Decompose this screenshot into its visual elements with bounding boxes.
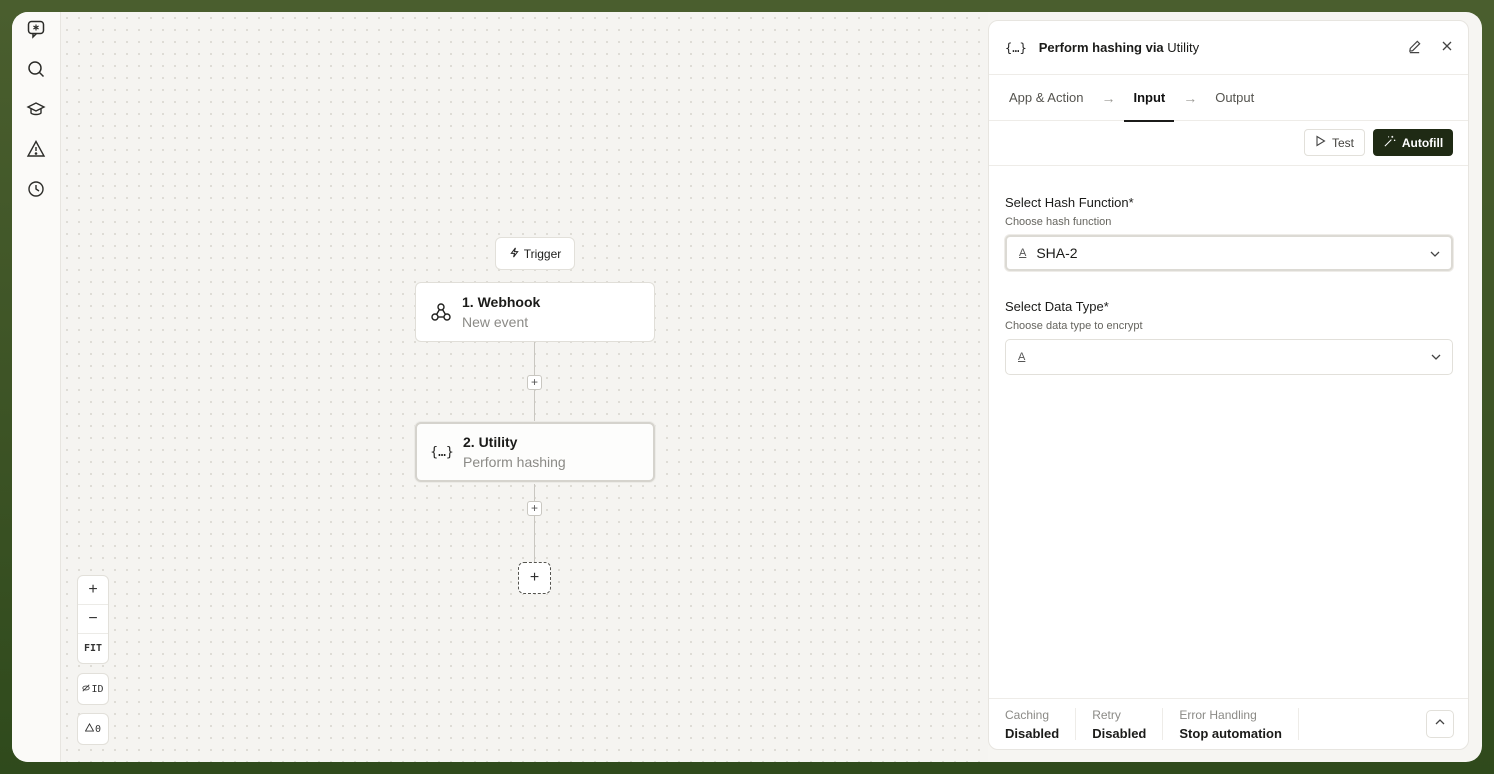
autofill-button[interactable]: Autofill [1373,129,1453,156]
setting-value: Stop automation [1179,726,1282,741]
workflow-node-webhook[interactable]: 1. Webhook New event [415,282,655,342]
select-value: SHA-2 [1036,245,1078,261]
workflow-node-utility[interactable]: {…} 2. Utility Perform hashing [415,422,655,482]
webhook-icon [428,299,454,325]
step-config-panel: {…} Perform hashing via Utility App & Ac… [988,20,1469,750]
tab-output[interactable]: Output [1215,75,1254,121]
trigger-label: Trigger [523,246,562,261]
caching-setting[interactable]: Caching Disabled [1005,708,1077,741]
node-subtitle: New event [462,314,529,330]
fit-view-button[interactable]: FIT [78,634,108,663]
text-type-icon: A [1018,351,1026,363]
history-icon[interactable] [24,177,48,201]
warning-icon [84,722,95,735]
data-type-select[interactable]: A [1005,339,1453,375]
panel-header: {…} Perform hashing via Utility [989,21,1468,75]
node-subtitle: Perform hashing [463,454,566,470]
bolt-icon [509,247,520,261]
braces-icon: {…} [430,444,454,460]
text-type-icon: A [1019,247,1027,259]
field-hint: Choose hash function [1005,216,1112,228]
trigger-chip[interactable]: Trigger [495,237,575,270]
edit-icon[interactable] [1407,39,1422,59]
autofill-label: Autofill [1401,135,1444,150]
arrow-right-icon: → [1101,89,1116,106]
field-hint: Choose data type to encrypt [1005,320,1143,332]
hash-function-field: Select Hash Function* Choose hash functi… [1005,195,1453,271]
hash-function-select[interactable]: A SHA-2 [1005,235,1453,271]
node-title: 2. Utility [463,434,518,450]
warnings-count: 0 [94,723,102,735]
chevron-up-icon [1434,715,1446,733]
workflow-canvas[interactable]: Trigger 1. Webhook New event + {…} 2. Ut… [61,12,988,762]
error-handling-setting[interactable]: Error Handling Stop automation [1179,708,1299,741]
warnings-count-button[interactable]: 0 [77,713,109,745]
panel-footer: Caching Disabled Retry Disabled Error Ha… [989,698,1468,749]
setting-value: Disabled [1005,726,1060,741]
close-icon[interactable] [1440,39,1454,59]
test-button[interactable]: Test [1304,129,1365,156]
id-toggle-label: ID [91,683,104,695]
zoom-out-button[interactable]: − [78,605,108,634]
panel-title: Perform hashing via Utility [1039,40,1199,55]
field-label: Select Data Type* [1005,299,1109,314]
search-icon[interactable] [24,57,48,81]
arrow-right-icon: → [1183,89,1198,106]
zoom-in-button[interactable]: + [78,576,108,605]
warning-icon[interactable] [24,137,48,161]
tab-app-action[interactable]: App & Action [1009,75,1083,121]
connector-line [534,484,535,562]
insert-step-button[interactable]: + [527,375,542,390]
insert-step-button[interactable]: + [527,501,542,516]
chevron-down-icon [1429,247,1441,265]
eye-off-icon [82,684,91,695]
retry-setting[interactable]: Retry Disabled [1092,708,1164,741]
braces-icon: {…} [1005,40,1027,55]
setting-value: Disabled [1092,726,1147,741]
id-toggle-button[interactable]: ID [77,673,109,705]
add-step-button[interactable]: + [518,562,551,594]
field-label: Select Hash Function* [1005,195,1134,210]
tab-input[interactable]: Input [1124,75,1174,122]
setting-label: Error Handling [1179,708,1257,722]
panel-title-app: Utility [1167,40,1200,55]
setting-label: Caching [1005,708,1050,722]
zoom-controls: + − FIT [77,575,109,664]
magic-wand-icon [1383,135,1396,151]
app-window: Trigger 1. Webhook New event + {…} 2. Ut… [12,12,1482,762]
graduation-cap-icon[interactable] [24,97,48,121]
node-title: 1. Webhook [462,294,541,310]
chevron-down-icon [1430,350,1442,368]
panel-toolbar: Test Autofill [989,121,1468,166]
left-rail [12,12,61,762]
expand-settings-button[interactable] [1426,710,1454,738]
data-type-field: Select Data Type* Choose data type to en… [1005,299,1453,375]
test-label: Test [1331,135,1354,150]
step-tabs: App & Action → Input → Output [989,75,1468,122]
play-icon [1315,135,1326,150]
setting-label: Retry [1092,708,1121,722]
chat-star-icon[interactable] [24,17,48,41]
panel-title-action: Perform hashing via [1038,40,1164,55]
